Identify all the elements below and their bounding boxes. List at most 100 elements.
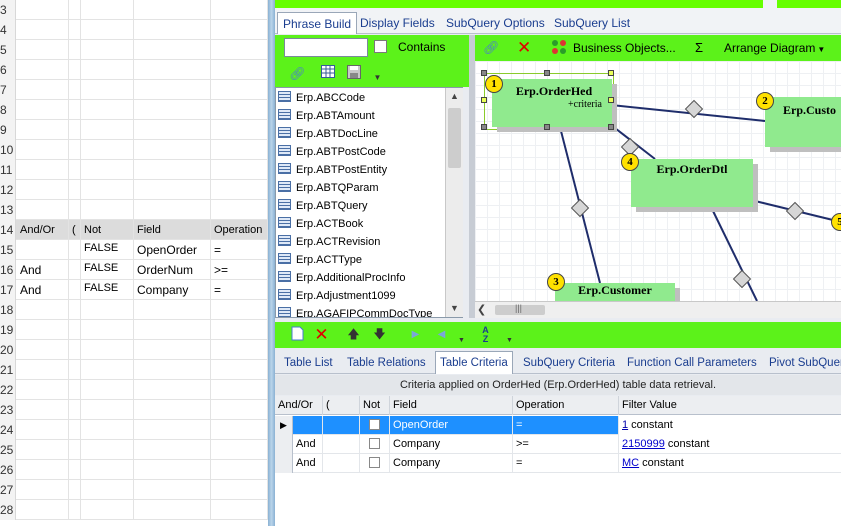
sheet-cell[interactable]: Not: [81, 220, 134, 240]
sheet-cell[interactable]: [134, 80, 211, 100]
paren-cell[interactable]: [323, 454, 360, 473]
column-header[interactable]: (: [323, 396, 360, 415]
tab-function-call-parameters[interactable]: Function Call Parameters: [623, 354, 761, 374]
sheet-cell[interactable]: [17, 500, 69, 520]
resize-handle[interactable]: [481, 124, 487, 130]
sheet-cell[interactable]: [17, 200, 69, 220]
sheet-cell[interactable]: [134, 380, 211, 400]
column-header[interactable]: Not: [360, 396, 390, 415]
sheet-cell[interactable]: [17, 380, 69, 400]
column-header[interactable]: Filter Value: [619, 396, 841, 415]
sheet-cell[interactable]: [81, 400, 134, 420]
tab-subquery-list[interactable]: SubQuery List: [549, 12, 635, 34]
sheet-cell[interactable]: [69, 20, 81, 40]
sheet-cell[interactable]: [69, 120, 81, 140]
column-header[interactable]: And/Or: [275, 396, 323, 415]
sheet-cell[interactable]: [211, 20, 268, 40]
sheet-cell[interactable]: [69, 500, 81, 520]
sheet-cell[interactable]: [134, 200, 211, 220]
sheet-cell[interactable]: (: [69, 220, 81, 240]
sheet-cell[interactable]: [81, 60, 134, 80]
chevron-down-icon[interactable]: ▼: [453, 332, 470, 349]
sheet-cell[interactable]: [134, 120, 211, 140]
row-number[interactable]: 9: [0, 120, 16, 140]
sheet-cell[interactable]: [17, 40, 69, 60]
aggregate-button[interactable]: Σ: [695, 39, 703, 57]
operation-cell[interactable]: =: [513, 416, 619, 435]
sheet-cell[interactable]: [211, 200, 268, 220]
sheet-cell[interactable]: [81, 20, 134, 40]
criteria-row[interactable]: ▶ OpenOrder = 1 constant: [275, 416, 841, 435]
chevron-down-icon[interactable]: ▼: [369, 69, 386, 86]
sheet-cell[interactable]: [17, 180, 69, 200]
sheet-cell[interactable]: [69, 340, 81, 360]
not-cell[interactable]: [360, 435, 390, 454]
sheet-cell[interactable]: And: [17, 280, 69, 300]
andor-cell[interactable]: And: [293, 435, 323, 454]
entity-orderdtl[interactable]: Erp.OrderDtl: [631, 159, 753, 207]
sheet-cell[interactable]: [81, 0, 134, 20]
sheet-cell[interactable]: FALSE: [81, 240, 134, 260]
column-header[interactable]: Field: [390, 396, 513, 415]
sheet-cell[interactable]: [211, 100, 268, 120]
tab-subquery-options[interactable]: SubQuery Options: [441, 12, 550, 34]
resize-handle[interactable]: [608, 97, 614, 103]
row-number[interactable]: 5: [0, 40, 16, 60]
criteria-row[interactable]: And Company >= 2150999 constant: [275, 435, 841, 454]
table-list-item[interactable]: Erp.ABTPostEntity: [278, 161, 387, 179]
sheet-cell[interactable]: [134, 100, 211, 120]
sheet-cell[interactable]: [211, 140, 268, 160]
table-list-item[interactable]: Erp.ACTRevision: [278, 233, 380, 251]
not-checkbox[interactable]: [369, 419, 380, 430]
sheet-cell[interactable]: [17, 300, 69, 320]
row-number[interactable]: 20: [0, 340, 16, 360]
row-number[interactable]: 14: [0, 220, 16, 240]
sheet-cell[interactable]: FALSE: [81, 280, 134, 300]
sheet-cell[interactable]: [81, 80, 134, 100]
row-number[interactable]: 15: [0, 240, 16, 260]
sheet-cell[interactable]: [211, 420, 268, 440]
sheet-cell[interactable]: [81, 360, 134, 380]
sheet-cell[interactable]: [211, 440, 268, 460]
filter-value-cell[interactable]: MC constant: [619, 454, 841, 473]
sheet-cell[interactable]: [81, 320, 134, 340]
table-list-item[interactable]: Erp.ACTType: [278, 251, 362, 269]
sheet-cell[interactable]: [211, 320, 268, 340]
sheet-cell[interactable]: [69, 360, 81, 380]
operation-cell[interactable]: >=: [513, 435, 619, 454]
sheet-cell[interactable]: [69, 420, 81, 440]
resize-handle[interactable]: [608, 70, 614, 76]
table-list-item[interactable]: Erp.ABTQuery: [278, 197, 368, 215]
sheet-cell[interactable]: [17, 160, 69, 180]
sheet-cell[interactable]: [17, 440, 69, 460]
tab-phrase-build[interactable]: Phrase Build: [277, 12, 358, 34]
row-number[interactable]: 18: [0, 300, 16, 320]
row-number[interactable]: 17: [0, 280, 16, 300]
row-number[interactable]: 16: [0, 260, 16, 280]
scroll-down-icon[interactable]: ▼: [446, 300, 463, 317]
sheet-cell[interactable]: [134, 340, 211, 360]
row-number[interactable]: 19: [0, 320, 16, 340]
sheet-cell[interactable]: [81, 500, 134, 520]
sheet-cell[interactable]: [134, 40, 211, 60]
sheet-cell[interactable]: [69, 160, 81, 180]
row-number[interactable]: 3: [0, 0, 16, 20]
not-cell[interactable]: [360, 454, 390, 473]
table-list-item[interactable]: Erp.AGAFIPCommDocType: [278, 305, 432, 317]
sheet-cell[interactable]: [134, 140, 211, 160]
new-document-icon[interactable]: [289, 326, 306, 343]
table-list-scrollbar[interactable]: ▲ ▼: [445, 88, 463, 317]
paren-cell[interactable]: [323, 435, 360, 454]
sheet-cell[interactable]: [81, 160, 134, 180]
sheet-cell[interactable]: [134, 500, 211, 520]
sheet-cell[interactable]: [69, 460, 81, 480]
sheet-cell[interactable]: [69, 100, 81, 120]
filter-value-cell[interactable]: 1 constant: [619, 416, 841, 435]
indent-right-icon[interactable]: ▶: [407, 326, 424, 343]
link-icon[interactable]: 🔗︎: [483, 39, 500, 57]
tab-table-relations[interactable]: Table Relations: [343, 354, 430, 374]
table-list-item[interactable]: Erp.ABCCode: [278, 89, 365, 107]
resize-handle[interactable]: [481, 97, 487, 103]
table-list-item[interactable]: Erp.ABTQParam: [278, 179, 379, 197]
diagram-scrollbar[interactable]: ❮ |||: [475, 301, 841, 318]
